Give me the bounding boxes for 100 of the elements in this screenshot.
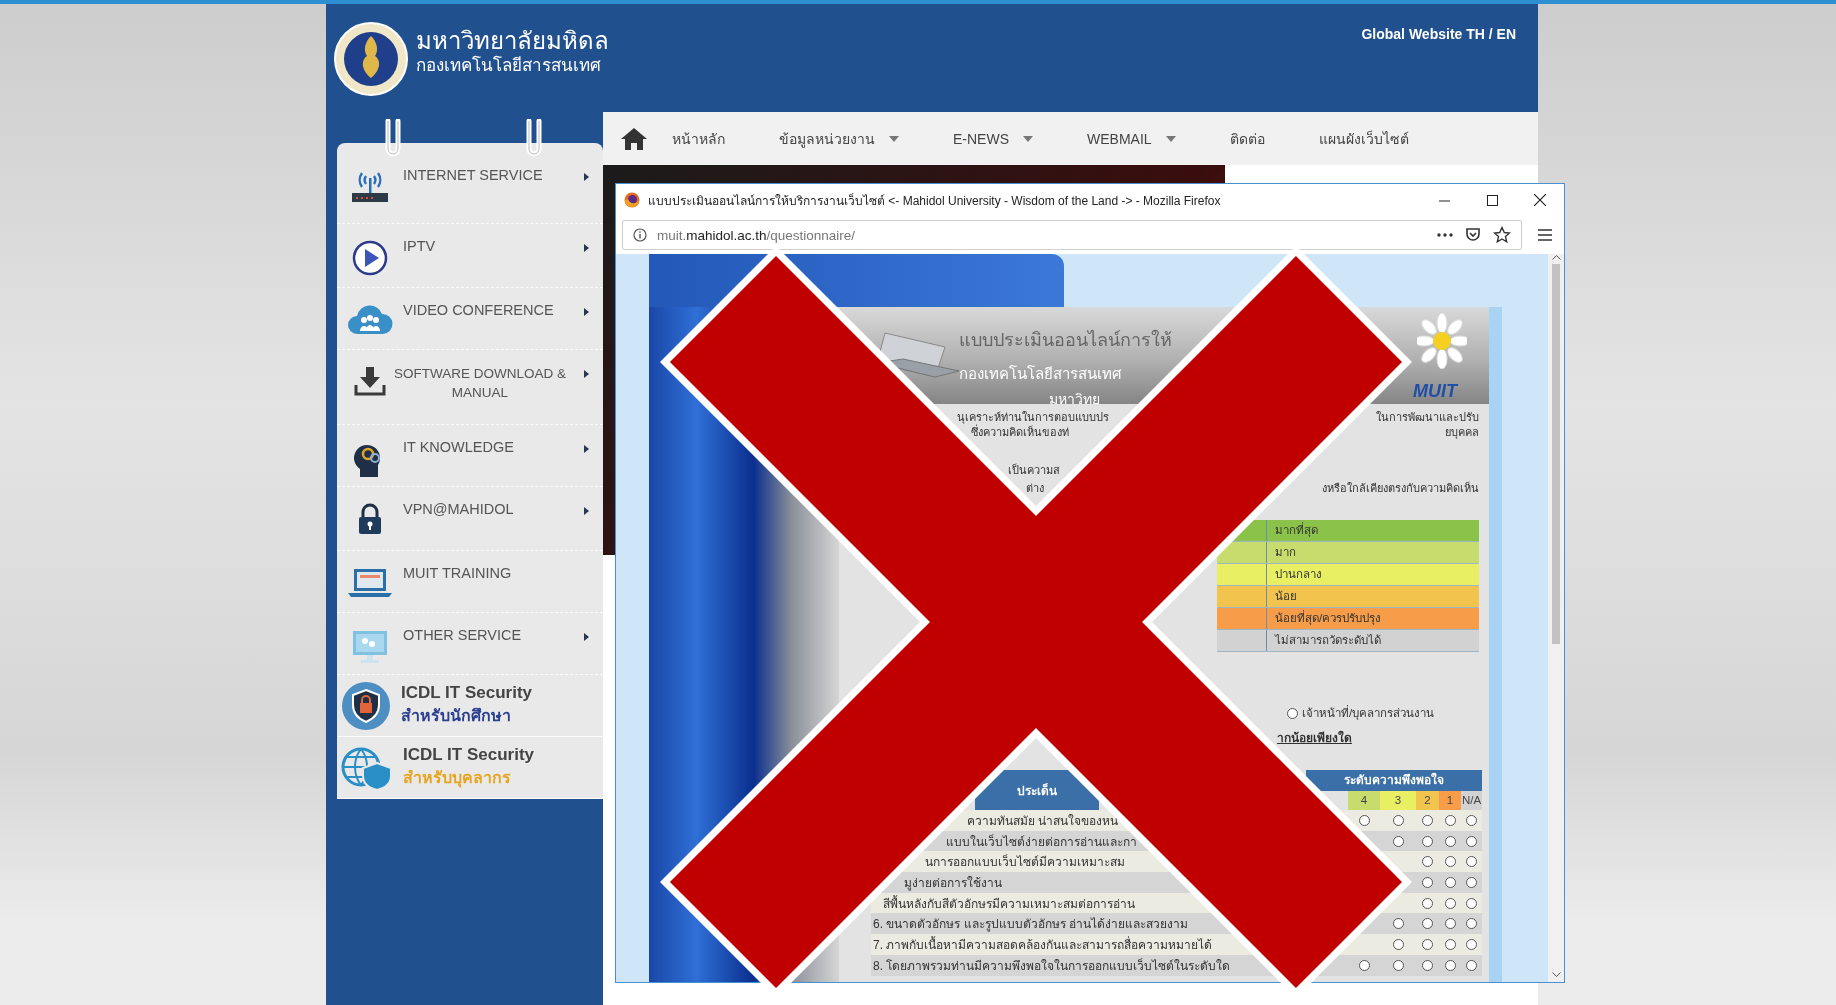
radio-button[interactable] — [1287, 707, 1298, 719]
unit-name: กองเทคโนโลยีสารสนเทศ — [959, 364, 1122, 384]
padlock-icon — [357, 503, 383, 535]
radio-button[interactable] — [1466, 876, 1477, 888]
flower-icon — [1417, 313, 1467, 369]
radio-button[interactable] — [1392, 918, 1404, 930]
info-icon[interactable] — [633, 228, 647, 242]
promo-title: ICDL IT Security — [403, 745, 534, 765]
instruction-text-fragment: ต่าง — [1026, 481, 1044, 496]
question-text: 8. โดยภาพรวมท่านมีความพึงพอใจในการออกแบบเว็บไซต์ในระดับใด — [872, 957, 1232, 975]
star-icon[interactable] — [1493, 226, 1511, 244]
more-icon[interactable] — [1437, 233, 1453, 237]
radio-button[interactable] — [1444, 959, 1456, 971]
radio-button[interactable] — [1466, 959, 1477, 971]
legend-label: น้อย — [1266, 586, 1479, 607]
radio-button[interactable] — [1444, 897, 1456, 909]
legend-label: ไม่สามารถวัดระดับได้ — [1266, 630, 1479, 651]
radio-button[interactable] — [1422, 918, 1433, 930]
address-bar[interactable]: muit.mahidol.ac.th/questionnaire/ — [622, 220, 1522, 250]
scrollbar-thumb[interactable] — [1552, 264, 1560, 644]
laptop-icon — [347, 567, 393, 599]
legend-label: มาก — [1266, 542, 1479, 563]
window-title: แบบประเมินออนไลน์การให้บริการงานเว็บไซต์ <- Mahidol University - Wisdom of the Land -> - Mozilla Firefox — [648, 192, 1221, 210]
radio-button[interactable] — [1422, 897, 1433, 909]
radio-button[interactable] — [1358, 814, 1370, 826]
sidebar-item[interactable]: VPN@MAHIDOL — [337, 487, 603, 551]
scroll-down-icon[interactable] — [1551, 972, 1561, 978]
nav-link[interactable]: ติดต่อ — [1229, 127, 1265, 150]
question-text: 7. ภาพกับเนื้อหามีความสอดคล้องกันและสามารถสื่อความหมายได้ — [872, 935, 1214, 954]
promo-banner[interactable]: ICDL IT Security สำหรับบุคลากร — [337, 737, 603, 799]
sidebar-item[interactable]: IT KNOWLEDGE — [337, 425, 603, 487]
shield-lock-icon — [341, 680, 391, 731]
nav-link[interactable]: E-NEWS — [953, 130, 1033, 147]
maximize-icon[interactable] — [1486, 194, 1498, 206]
menu-icon[interactable] — [1538, 229, 1552, 241]
browser-logo-icon — [624, 192, 640, 208]
level-header: 1 — [1439, 791, 1461, 810]
radio-button[interactable] — [1422, 938, 1433, 950]
promo-title: ICDL IT Security — [401, 683, 532, 703]
radio-button[interactable] — [1466, 897, 1477, 909]
questionnaire-heading: แบบประเมินออนไลน์การให้ — [959, 328, 1172, 352]
radio-button[interactable] — [1392, 959, 1404, 971]
promo-subtitle: สำหรับบุคลากร — [403, 768, 512, 790]
legend-label: มากที่สุด — [1266, 520, 1479, 541]
radio-label: เจ้าหน้าที่/บุคลากรส่วนงาน — [1302, 704, 1435, 722]
sidebar-item[interactable]: VIDEO CONFERENCE — [337, 288, 603, 350]
radio-button[interactable] — [1466, 938, 1477, 950]
nav-link[interactable]: ข้อมูลหน่วยงาน — [779, 127, 899, 150]
radio-button[interactable] — [1444, 918, 1456, 930]
promo-subtitle: สำหรับนักศึกษา — [401, 706, 512, 726]
question-text: สีพื้นหลังกับสีตัวอักษรมีความเหมาะสมต่อการอ่าน — [882, 894, 1136, 913]
radio-button[interactable] — [1422, 835, 1433, 847]
global-website-link[interactable]: Global Website TH / EN — [1361, 26, 1516, 42]
site-subtitle: กองเทคโนโลยีสารสนเทศ — [416, 56, 602, 76]
question-text-fragment: ากน้อยเพียงใด — [1277, 729, 1353, 744]
radio-button[interactable] — [1392, 835, 1404, 847]
pocket-icon[interactable] — [1465, 227, 1481, 243]
radio-button[interactable] — [1392, 938, 1404, 950]
instruction-text-fragment: เป็นความส — [1008, 463, 1060, 478]
nav-link[interactable]: WEBMAIL — [1087, 130, 1176, 147]
sidebar-item[interactable]: OTHER SERVICE — [337, 613, 603, 675]
radio-button[interactable] — [1466, 856, 1477, 868]
radio-button[interactable] — [1422, 856, 1433, 868]
sidebar-item[interactable]: IPTV — [337, 224, 603, 288]
university-seal-icon — [333, 20, 409, 98]
level-header: N/A — [1461, 791, 1482, 810]
intro-text-fragment: ยบุคคล — [1445, 425, 1479, 440]
radio-button[interactable] — [1444, 938, 1456, 950]
university-name: มหาวิทย — [1049, 390, 1100, 409]
scroll-up-icon[interactable] — [1551, 254, 1561, 260]
legend-label: ปานกลาง — [1266, 564, 1479, 585]
nav-link[interactable]: หน้าหลัก — [672, 127, 725, 150]
play-icon — [352, 240, 388, 276]
radio-button[interactable] — [1444, 835, 1456, 847]
radio-button[interactable] — [1422, 814, 1433, 826]
question-text: นการออกแบบเว็บไซต์มีความเหมาะสม — [924, 853, 1126, 872]
promo-banner[interactable]: ICDL IT Security สำหรับนักศึกษา — [337, 675, 603, 737]
legend-label: น้อยที่สุด/ควรปรับปรุง — [1266, 608, 1479, 629]
home-icon[interactable] — [620, 126, 648, 151]
level-header: 4 — [1348, 791, 1380, 810]
radio-button[interactable] — [1466, 835, 1477, 847]
logo-text: MUIT — [1413, 381, 1457, 402]
radio-button[interactable] — [1392, 814, 1404, 826]
radio-button[interactable] — [1422, 876, 1433, 888]
level-header: 3 — [1380, 791, 1416, 810]
radio-button[interactable] — [1466, 814, 1477, 826]
nav-link[interactable]: แผนผังเว็บไซต์ — [1318, 127, 1409, 150]
column-header: ระดับความพึงพอใจ — [1306, 770, 1482, 791]
radio-button[interactable] — [1358, 959, 1370, 971]
radio-button[interactable] — [1466, 918, 1477, 930]
radio-button[interactable] — [1444, 856, 1456, 868]
radio-button[interactable] — [1422, 959, 1433, 971]
sidebar-item[interactable]: MUIT TRAINING — [337, 551, 603, 613]
question-text: มูง่ายต่อการใช้งาน — [903, 874, 1003, 892]
radio-button[interactable] — [1444, 876, 1456, 888]
intro-text-fragment: ในการพัฒนาและปรับ — [1376, 410, 1479, 425]
close-icon[interactable] — [1534, 194, 1546, 206]
instruction-text-fragment: งหรือใกล้เคียงตรงกับความคิดเห็น — [1322, 481, 1479, 496]
question-text: ความทันสมัย น่าสนใจของหน — [966, 812, 1120, 830]
radio-button[interactable] — [1444, 814, 1456, 826]
